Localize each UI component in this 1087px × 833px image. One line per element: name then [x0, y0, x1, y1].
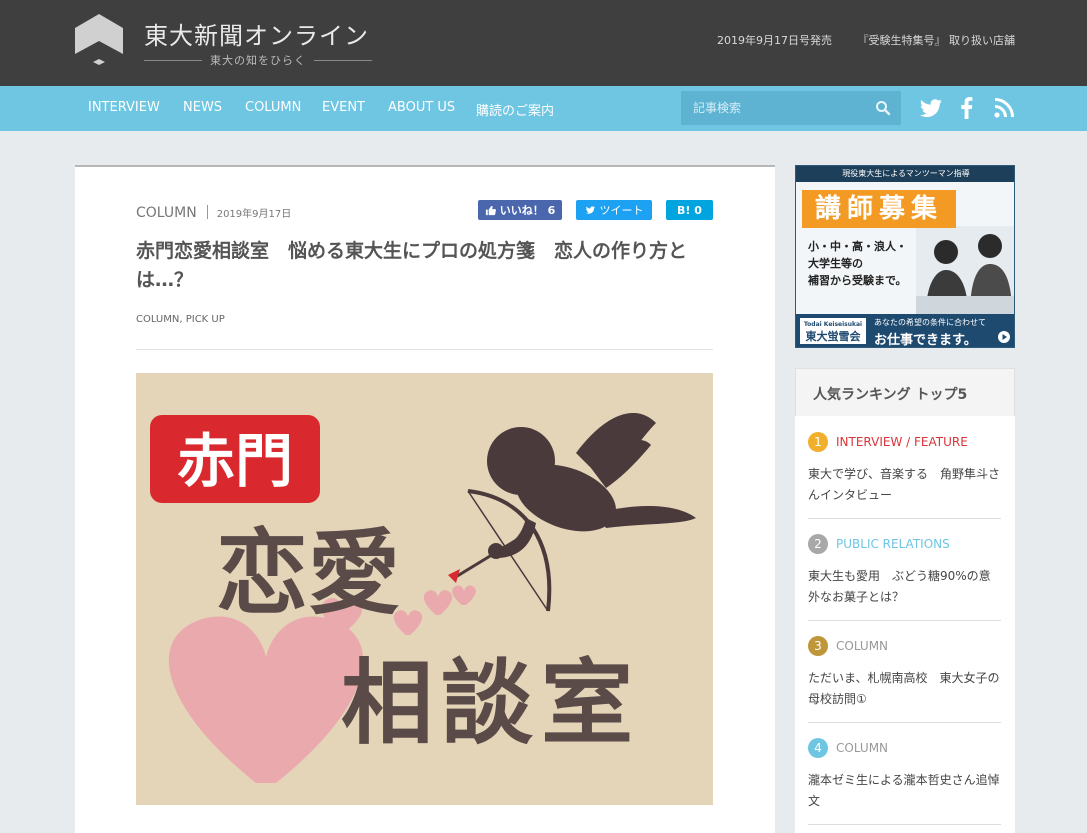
- rank-number: 3: [808, 636, 828, 656]
- main-nav: INTERVIEW NEWS COLUMN EVENT ABOUT US 購読の…: [0, 86, 1087, 131]
- hero-illustration: 赤門 恋愛 相談室: [150, 413, 696, 783]
- stores-link[interactable]: 『受験生特集号』 取り扱い店舗: [858, 34, 1016, 47]
- facebook-icon[interactable]: [955, 96, 979, 120]
- article-date: 2019年9月17日: [216, 209, 292, 220]
- article-card: COLUMN 2019年9月17日 いいね！ 6 ツイート B! 0 赤門恋愛相談…: [75, 165, 775, 833]
- ad-brand-jp: 東大蛍雪会: [805, 330, 861, 343]
- article-hero-image: 赤門 恋愛 相談室: [136, 373, 713, 805]
- meta-divider: [206, 205, 208, 219]
- rank-category[interactable]: INTERVIEW / FEATURE: [836, 435, 968, 449]
- ranking-header: 人気ランキング トップ5: [795, 368, 1015, 416]
- twitter-icon[interactable]: [919, 96, 943, 120]
- like-label: いいね！ 6: [499, 204, 556, 217]
- title-divider: [136, 349, 713, 350]
- issue-info: 2019年9月17日号発売 『受験生特集号』 取り扱い店舗: [695, 32, 1015, 48]
- rank-number: 1: [808, 432, 828, 452]
- twitter-small-icon: [585, 206, 595, 214]
- site-header: 東大新聞オンライン 東大の知をひらく 2019年9月17日号発売 『受験生特集号…: [0, 0, 1087, 86]
- nav-item-about[interactable]: ABOUT US: [388, 100, 455, 115]
- hatena-bookmark-button[interactable]: B! 0: [666, 200, 713, 220]
- ad-headline: 講師募集: [802, 190, 956, 228]
- rank-title[interactable]: 瀧本ゼミ生による瀧本哲史さん追悼文: [808, 770, 1001, 812]
- article-title: 赤門恋愛相談室 悩める東大生にプロの処方箋 恋人の作り方とは…？: [136, 240, 688, 291]
- facebook-like-button[interactable]: いいね！ 6: [478, 200, 562, 220]
- tweet-button[interactable]: ツイート: [576, 200, 652, 220]
- issue-date-link[interactable]: 2019年9月17日号発売: [717, 34, 832, 47]
- ad-sub: あなたの希望の条件に合わせて: [874, 318, 986, 327]
- ranking-title: 人気ランキング トップ5: [813, 387, 968, 403]
- rss-icon[interactable]: [992, 96, 1016, 120]
- tagline-text: 東大の知をひらく: [210, 54, 306, 67]
- rank-category[interactable]: PUBLIC RELATIONS: [836, 537, 950, 551]
- site-tagline: 東大の知をひらく: [144, 52, 372, 68]
- hero-badge-text: 赤門: [177, 427, 293, 495]
- hero-line1: 恋愛: [216, 519, 400, 627]
- ranking-item[interactable]: 1 INTERVIEW / FEATURE 東大で学び、音楽する 角野隼斗さんイ…: [808, 432, 1001, 519]
- search-input[interactable]: [681, 91, 861, 125]
- ad-copy: 小・中・高・浪人・ 大学生等の 補習から受験まで。: [808, 238, 907, 289]
- ad-copy-line: 大学生等の: [808, 257, 863, 270]
- rank-title[interactable]: ただいま、札幌南高校 東大女子の母校訪問①: [808, 668, 1001, 710]
- popular-ranking: 人気ランキング トップ5 1 INTERVIEW / FEATURE 東大で学び…: [795, 368, 1015, 833]
- play-arrow-icon: [998, 331, 1010, 343]
- article-meta: COLUMN 2019年9月17日: [136, 205, 291, 221]
- tweet-label: ツイート: [599, 204, 644, 217]
- ad-copy-line: 補習から受験まで。: [808, 274, 907, 287]
- nav-item-news[interactable]: NEWS: [183, 100, 222, 115]
- thumbs-up-icon: [485, 205, 496, 215]
- search-icon[interactable]: [875, 100, 891, 116]
- search-box: [681, 91, 901, 125]
- ad-copy-line: 小・中・高・浪人・: [808, 240, 907, 253]
- ad-photo: [916, 226, 1014, 314]
- nav-item-interview[interactable]: INTERVIEW: [88, 100, 160, 115]
- ad-footer: Todai Keiseisukai 東大蛍雪会 あなたの希望の条件に合わせて お…: [796, 314, 1014, 348]
- site-title[interactable]: 東大新聞オンライン: [144, 16, 369, 51]
- nav-item-column[interactable]: COLUMN: [245, 100, 301, 115]
- ad-main: お仕事できます。: [874, 333, 977, 348]
- ad-top-text: 現役東大生によるマンツーマン指導: [796, 166, 1014, 182]
- rank-category[interactable]: COLUMN: [836, 741, 888, 755]
- rank-number: 4: [808, 738, 828, 758]
- article-tags[interactable]: COLUMN, PICK UP: [136, 314, 225, 325]
- hatena-label: B! 0: [677, 203, 702, 217]
- ranking-item[interactable]: 4 COLUMN 瀧本ゼミ生による瀧本哲史さん追悼文: [808, 738, 1001, 825]
- rank-title[interactable]: 東大で学び、音楽する 角野隼斗さんインタビュー: [808, 464, 1001, 506]
- nav-item-event[interactable]: EVENT: [322, 100, 365, 115]
- rank-category[interactable]: COLUMN: [836, 639, 888, 653]
- recruit-ad-banner[interactable]: 現役東大生によるマンツーマン指導 講師募集 小・中・高・浪人・ 大学生等の 補習…: [795, 165, 1015, 348]
- article-category[interactable]: COLUMN: [136, 205, 197, 221]
- ranking-item[interactable]: 2 PUBLIC RELATIONS 東大生も愛用 ぶどう糖90%の意外なお菓子…: [808, 534, 1001, 621]
- ad-brand: Todai Keiseisukai 東大蛍雪会: [800, 318, 866, 344]
- cupid-icon: [487, 413, 696, 559]
- rank-number: 2: [808, 534, 828, 554]
- rank-title[interactable]: 東大生も愛用 ぶどう糖90%の意外なお菓子とは？: [808, 566, 1001, 608]
- hero-line2: 相談室: [341, 649, 641, 757]
- logo-icon[interactable]: [75, 14, 123, 68]
- nav-item-subscribe[interactable]: 購読のご案内: [476, 100, 554, 119]
- ranking-item[interactable]: 3 COLUMN ただいま、札幌南高校 東大女子の母校訪問①: [808, 636, 1001, 723]
